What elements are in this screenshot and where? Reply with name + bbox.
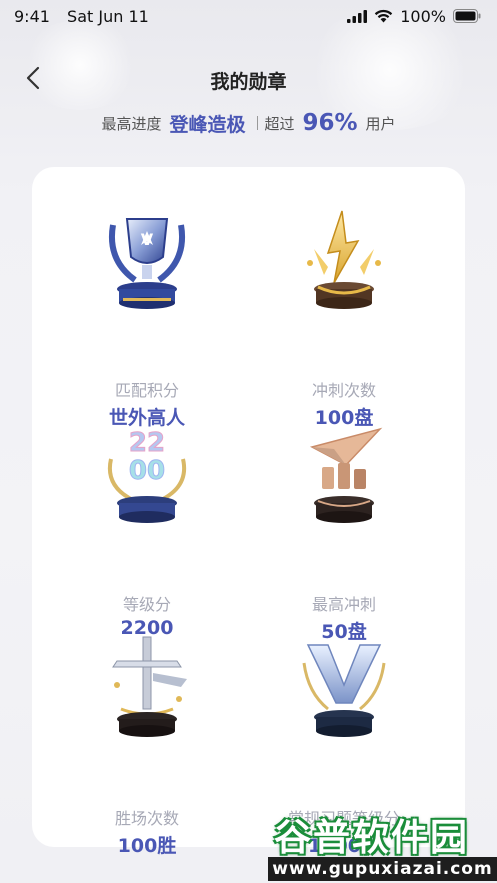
- silver-v-wings-icon: [302, 644, 386, 737]
- cellular-signal-icon: [347, 9, 368, 23]
- badge-name: 匹配积分: [114, 381, 179, 400]
- progress-summary: 最高进度 登峰造极 超过 96% 用户: [0, 108, 497, 138]
- divider: [257, 116, 259, 130]
- badge-sprint-count[interactable]: 冲刺次数 100盘: [249, 205, 439, 429]
- badge-max-sprint[interactable]: 最高冲刺 50盘: [249, 419, 439, 643]
- users-label: 用户: [365, 114, 396, 133]
- badges-card: V 匹配积分 世外高人 冲刺次数 100盘 22 00 等级分 2200 最高冲…: [32, 167, 465, 857]
- exceed-label: 超过: [264, 114, 295, 133]
- progress-level: 登峰造极: [169, 113, 246, 136]
- watermark: 谷普软件园 www.gupuxiazai.com: [268, 805, 497, 883]
- number-2200-laurel-icon: 22 00: [108, 428, 186, 523]
- badge-name: 冲刺次数: [311, 381, 376, 400]
- exceed-percent: 96%: [302, 110, 358, 136]
- status-date: Sat Jun 11: [67, 6, 149, 26]
- badge-rating[interactable]: 22 00 等级分 2200: [52, 419, 242, 639]
- gold-lightning-icon: [307, 210, 381, 309]
- progress-label: 最高进度: [101, 114, 162, 133]
- battery-percent: 100%: [400, 6, 446, 26]
- sword-icon: [112, 636, 187, 737]
- badge-name: 胜场次数: [114, 809, 179, 828]
- status-bar: 9:41 Sat Jun 11 100%: [0, 0, 497, 32]
- wifi-icon: [375, 9, 393, 23]
- watermark-url: www.gupuxiazai.com: [268, 857, 497, 881]
- battery-icon: [453, 9, 481, 23]
- navigation-bar: 我的勋章: [0, 55, 497, 99]
- status-time: 9:41: [14, 6, 50, 26]
- svg-text:V: V: [141, 230, 154, 249]
- paper-plane-icon: [309, 427, 383, 523]
- badge-exercise-rating[interactable]: 常规习题等级分 1500分: [249, 633, 439, 857]
- page-title: 我的勋章: [210, 71, 287, 93]
- badge-match-points[interactable]: V 匹配积分 世外高人: [52, 205, 242, 429]
- badge-name: 等级分: [122, 595, 171, 614]
- svg-text:22: 22: [129, 428, 165, 458]
- badge-name: 最高冲刺: [311, 595, 376, 614]
- silver-trophy-icon: V: [109, 218, 185, 309]
- watermark-text: 谷普软件园: [274, 816, 469, 859]
- badge-value: 100胜: [117, 835, 177, 857]
- badge-win-count[interactable]: 胜场次数 100胜: [52, 633, 242, 857]
- svg-text:00: 00: [129, 456, 165, 486]
